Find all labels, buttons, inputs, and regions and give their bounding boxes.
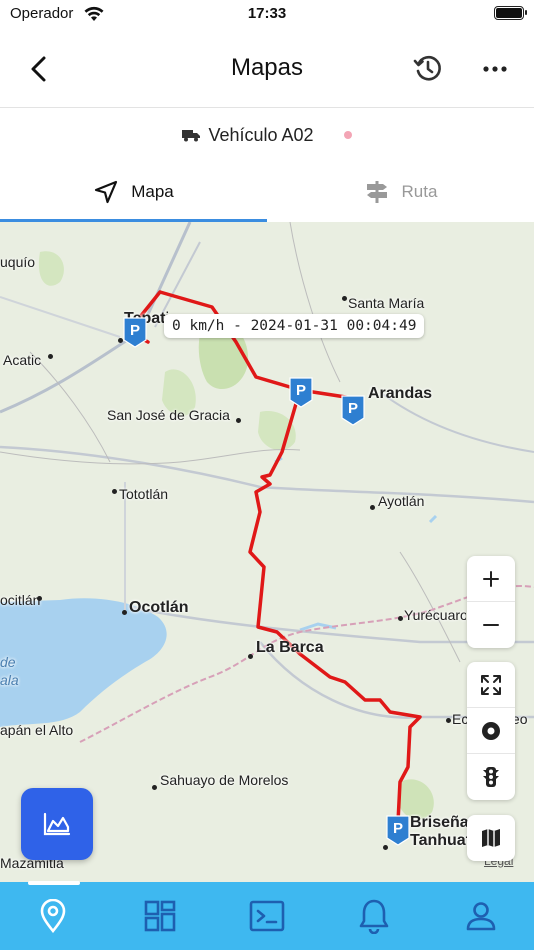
map-icon [482, 829, 500, 847]
bottom-tab-map[interactable] [0, 882, 107, 950]
truck-icon [182, 130, 201, 142]
plus-icon [483, 570, 499, 587]
place-dot [370, 505, 375, 510]
home-indicator [28, 881, 80, 885]
svg-text:P: P [348, 400, 358, 417]
place-label: Sahuayo de Morelos [160, 772, 289, 788]
place-dot [37, 596, 42, 601]
signpost-icon [366, 181, 387, 203]
dashboard-icon [144, 900, 176, 932]
vehicle-status-dot [343, 131, 352, 139]
map-tool-controls [467, 662, 515, 800]
traffic-light-icon [483, 767, 499, 787]
place-dot [112, 489, 117, 494]
map-type-button[interactable] [467, 815, 515, 861]
position-tooltip: 0 km/h - 2024-01-31 00:04:49 [164, 314, 425, 338]
minus-icon [483, 624, 499, 626]
place-label: Tanhuato [410, 832, 470, 849]
place-label: uquío [0, 254, 36, 270]
place-dot [122, 610, 127, 615]
place-label: Acatic [3, 352, 42, 368]
map-view[interactable]: uquío Tepatitlán de Morelos Acatic Santa… [0, 222, 534, 882]
history-icon[interactable] [412, 52, 444, 84]
ellipsis-icon[interactable] [480, 54, 510, 84]
bottom-tab-profile[interactable] [427, 882, 534, 950]
place-dot [152, 785, 157, 790]
vehicle-label: Vehículo A02 [208, 124, 314, 145]
place-label: Yurécuaro [404, 607, 466, 623]
clock: 17:33 [247, 5, 287, 22]
zoom-out-button[interactable] [467, 602, 515, 648]
battery-icon [494, 6, 527, 20]
navigation-bar: Mapas [0, 30, 534, 108]
parking-marker[interactable]: P [340, 394, 366, 426]
place-dot [48, 354, 53, 359]
parking-marker[interactable]: P [385, 814, 411, 846]
zoom-controls [467, 556, 515, 648]
place-label: ocitlán [0, 592, 41, 608]
svg-text:P: P [130, 322, 140, 339]
area-chart-icon [43, 812, 71, 836]
tab-route[interactable]: Ruta [267, 162, 534, 222]
place-label: Briseñas [410, 814, 470, 831]
layer-controls [467, 815, 515, 861]
place-label: Ocotlán [129, 599, 189, 616]
status-bar: Operador 17:33 [0, 0, 534, 30]
place-dot [446, 718, 451, 723]
svg-text:P: P [296, 382, 306, 399]
location-pin-icon [41, 899, 66, 933]
place-label: La Barca [256, 639, 324, 656]
place-label: San José de Gracia [107, 407, 230, 423]
place-label: Ayotlán [378, 493, 425, 509]
tab-strip: Mapa Ruta [0, 162, 534, 222]
record-button[interactable] [467, 708, 515, 754]
bottom-tab-bar [0, 882, 534, 950]
fit-route-button[interactable] [467, 662, 515, 708]
place-label: ala [0, 672, 19, 688]
vehicle-selector[interactable]: Vehículo A02 [0, 108, 534, 162]
traffic-button[interactable] [467, 754, 515, 800]
parking-marker[interactable]: P [288, 376, 314, 408]
record-icon [482, 721, 500, 740]
navigation-arrow-icon [95, 180, 118, 204]
bottom-tab-terminal[interactable] [214, 882, 321, 950]
place-label: apán el Alto [0, 722, 74, 738]
place-dot [398, 616, 403, 621]
svg-text:P: P [393, 820, 403, 837]
user-icon [466, 902, 495, 931]
place-label: Arandas [368, 385, 433, 402]
place-label: Santa María [348, 295, 425, 311]
chart-button[interactable] [21, 788, 93, 860]
place-dot [248, 654, 253, 659]
place-dot [342, 296, 347, 301]
tab-map[interactable]: Mapa [0, 162, 267, 222]
bottom-tab-alerts[interactable] [320, 882, 427, 950]
place-dot [236, 418, 241, 423]
place-label: Tototlán [119, 486, 169, 502]
place-label: de [0, 654, 16, 670]
parking-marker[interactable]: P [122, 316, 148, 348]
terminal-icon [249, 900, 285, 932]
page-title: Mapas [230, 54, 304, 81]
zoom-in-button[interactable] [467, 556, 515, 602]
expand-icon [481, 674, 501, 695]
bell-icon [359, 899, 389, 934]
tab-map-label: Mapa [131, 182, 174, 201]
tab-route-label: Ruta [401, 182, 438, 201]
bottom-tab-dashboard[interactable] [107, 882, 214, 950]
